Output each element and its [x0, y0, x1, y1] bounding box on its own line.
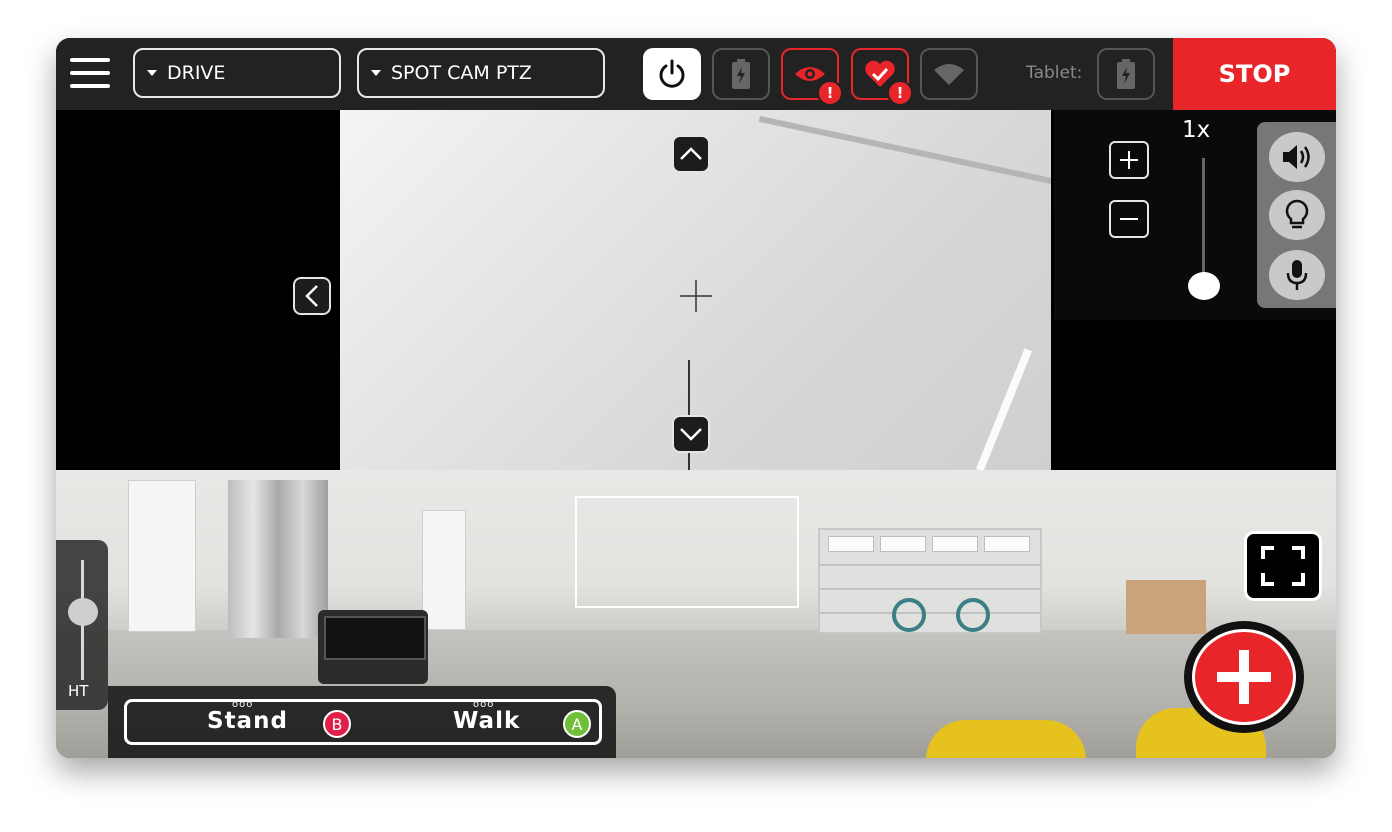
minus-icon: [1120, 218, 1138, 220]
plus-icon: [1217, 650, 1271, 704]
camera-tools-panel: [1257, 122, 1336, 308]
tablet-battery-icon: [1117, 59, 1135, 89]
gait-selector: ooo Stand B ooo Walk A: [124, 699, 602, 745]
speaker-button[interactable]: [1269, 132, 1325, 182]
equipment-case: [318, 610, 428, 684]
height-slider-knob[interactable]: [68, 598, 98, 626]
add-action-button[interactable]: [1184, 621, 1304, 733]
pan-down-button[interactable]: [672, 415, 710, 453]
tablet-battery-button[interactable]: [1097, 48, 1155, 100]
chevron-up-icon: [680, 147, 702, 160]
walk-controller-a-button: A: [563, 710, 591, 738]
hamburger-menu-icon[interactable]: [66, 54, 114, 94]
bicycle-wheel: [892, 598, 926, 632]
perception-status-button[interactable]: !: [781, 48, 843, 106]
caret-down-icon: [371, 70, 381, 76]
tablet-label: Tablet:: [1026, 63, 1083, 83]
zoom-out-button[interactable]: [1109, 200, 1149, 238]
zoom-level-label: 1x: [1182, 117, 1211, 143]
side-door: [422, 510, 466, 630]
plus-icon: [1120, 151, 1138, 169]
zoom-slider-track[interactable]: [1202, 158, 1205, 288]
stand-button[interactable]: Stand: [207, 708, 288, 734]
pan-up-button[interactable]: [672, 135, 710, 173]
wifi-status-button[interactable]: [920, 48, 978, 100]
height-label: HT: [68, 682, 89, 700]
robot-leg: [926, 720, 1086, 758]
zoom-in-button[interactable]: [1109, 141, 1149, 179]
garage-door-rail: [758, 116, 1051, 185]
wifi-icon: [934, 64, 964, 85]
bicycle-wheel: [956, 598, 990, 632]
chevron-down-icon: [680, 428, 702, 441]
garage-door: [818, 528, 1042, 634]
mode-dropdown-value: DRIVE: [167, 62, 226, 84]
robot-battery-button[interactable]: [712, 48, 770, 100]
alert-badge: !: [817, 80, 843, 106]
power-icon: [659, 59, 685, 88]
microphone-icon: [1286, 260, 1308, 290]
pan-left-button[interactable]: [293, 277, 331, 315]
speaker-icon: [1283, 145, 1310, 169]
camera-dropdown-value: SPOT CAM PTZ: [391, 62, 532, 84]
eye-icon: [795, 67, 825, 81]
body-height-control: HT: [56, 540, 108, 710]
lightbulb-icon: [1285, 199, 1309, 229]
stand-controller-b-button: B: [323, 710, 351, 738]
fullscreen-button[interactable]: [1244, 531, 1322, 601]
light-beam: [975, 348, 1033, 470]
alert-badge: !: [887, 80, 913, 106]
chevron-left-icon: [305, 285, 318, 307]
microphone-button[interactable]: [1269, 250, 1325, 300]
robot-battery-icon: [732, 59, 750, 89]
light-button[interactable]: [1269, 190, 1325, 240]
refrigerator: [228, 480, 328, 638]
top-toolbar: DRIVE SPOT CAM PTZ ! ! Tablet: STOP: [56, 38, 1336, 110]
ptz-view-indicator[interactable]: [575, 496, 799, 608]
zoom-slider-knob[interactable]: [1188, 272, 1220, 300]
health-status-button[interactable]: !: [851, 48, 913, 106]
fullscreen-icon: [1261, 546, 1305, 586]
mode-dropdown[interactable]: DRIVE: [133, 48, 341, 98]
stop-button[interactable]: STOP: [1173, 38, 1336, 110]
crosshair-icon: [680, 280, 712, 312]
power-button[interactable]: [643, 48, 701, 100]
spot-tablet-app: DRIVE SPOT CAM PTZ ! ! Tablet: STOP 1x H…: [56, 38, 1336, 758]
interior-door: [128, 480, 196, 632]
cardboard-box: [1126, 580, 1206, 634]
caret-down-icon: [147, 70, 157, 76]
camera-dropdown[interactable]: SPOT CAM PTZ: [357, 48, 605, 98]
walk-button[interactable]: Walk: [453, 708, 520, 734]
